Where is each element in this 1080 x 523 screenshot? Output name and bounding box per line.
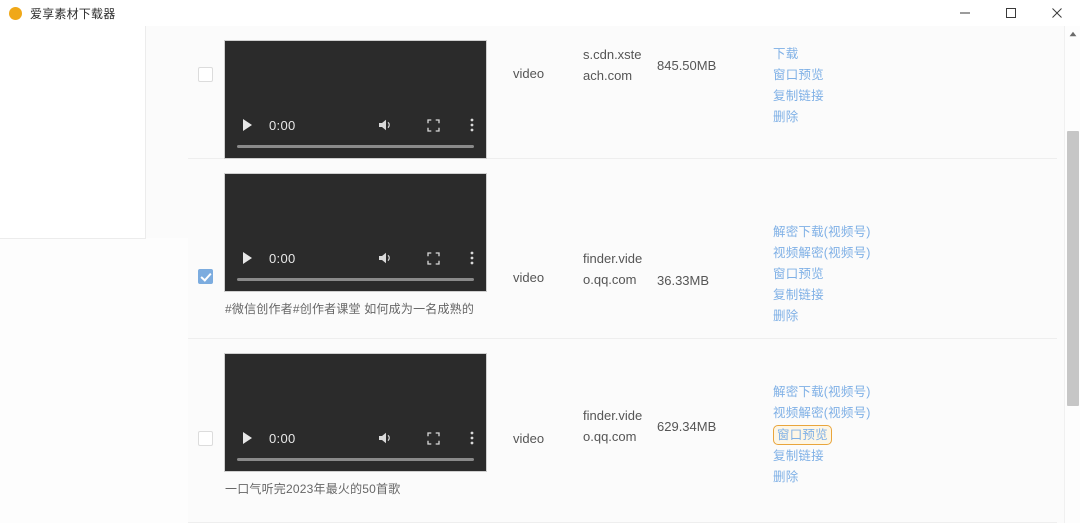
scroll-up-button[interactable] [1065,26,1080,42]
row-checkbox[interactable] [198,269,213,284]
video-controls: 0:00 [225,110,486,140]
minimize-button[interactable] [942,0,988,26]
video-progress-bar[interactable] [237,145,474,148]
video-caption: #微信创作者#创作者课堂 如何成为一名成熟的 [225,302,475,316]
vertical-scrollbar[interactable] [1064,26,1080,523]
more-vertical-icon[interactable] [470,431,474,445]
video-thumbnail[interactable]: 0:00 [224,40,487,159]
volume-icon[interactable] [378,251,393,265]
table-row[interactable]: 0:00 [188,339,1057,523]
fullscreen-icon[interactable] [427,431,440,445]
download-list: 0:00 video s.cdn.xsteach.com 845.50MB 下载… [188,26,1057,523]
video-time: 0:00 [269,430,296,446]
close-button[interactable] [1034,0,1080,26]
left-panel [0,26,146,239]
more-vertical-icon[interactable] [470,251,474,265]
video-caption: 一口气听完2023年最火的50首歌 [225,482,401,496]
row-select-cell [188,159,223,284]
row-preview-cell: 0:00 [223,26,513,159]
video-thumbnail[interactable]: 0:00 [224,353,487,472]
table-row[interactable]: 0:00 [188,159,1057,339]
app-title: 爱享素材下载器 [30,6,116,21]
video-controls: 0:00 [225,243,486,273]
volume-icon[interactable] [378,431,393,445]
play-icon[interactable] [243,252,252,264]
video-progress-bar[interactable] [237,458,474,461]
action-delete[interactable]: 删除 [773,467,798,488]
row-preview-cell: 0:00 [223,159,513,317]
row-select-cell [188,339,223,446]
row-type: video [513,66,545,81]
video-thumbnail[interactable]: 0:00 [224,173,487,292]
volume-icon[interactable] [378,118,393,132]
row-preview-cell: 0:00 [223,339,513,497]
row-size: 845.50MB [657,58,717,73]
app-window: 爱享素材下载器 0:00 video s.cdn.xsteach.com 845… [0,0,1080,523]
row-actions: 解密下载(视频号) 视频解密(视频号) 窗口预览 复制链接 删除 [727,339,1057,488]
row-host: s.cdn.xsteach.com [583,47,642,83]
scrollbar-track[interactable] [1065,406,1080,523]
table-row[interactable]: 0:00 [188,26,1057,159]
row-size: 629.34MB [657,419,717,434]
app-logo-icon [9,6,22,20]
action-window-preview[interactable]: 窗口预览 [773,425,832,445]
video-time: 0:00 [269,250,296,266]
action-decrypt-download[interactable]: 解密下载(视频号) [773,222,871,243]
row-actions: 下载 窗口预览 复制链接 删除 [727,26,1057,128]
row-select-cell [188,26,223,82]
fullscreen-icon[interactable] [427,251,440,265]
row-type: video [513,270,545,285]
row-checkbox[interactable] [198,431,213,446]
row-type: video [513,431,545,446]
action-download[interactable]: 下载 [773,44,798,65]
video-time: 0:00 [269,117,296,133]
video-progress-bar[interactable] [237,278,474,281]
left-panel-background [0,238,188,523]
action-window-preview[interactable]: 窗口预览 [773,65,824,86]
action-video-decrypt[interactable]: 视频解密(视频号) [773,403,871,424]
action-decrypt-download[interactable]: 解密下载(视频号) [773,382,871,403]
action-copy-link[interactable]: 复制链接 [773,446,824,467]
action-copy-link[interactable]: 复制链接 [773,285,824,306]
play-icon[interactable] [243,432,252,444]
scrollbar-thumb[interactable] [1067,131,1079,406]
action-window-preview[interactable]: 窗口预览 [773,264,824,285]
row-host: finder.video.qq.com [583,251,643,287]
row-checkbox[interactable] [198,67,213,82]
play-icon[interactable] [243,119,252,131]
action-delete[interactable]: 删除 [773,306,798,327]
video-controls: 0:00 [225,423,486,453]
title-bar: 爱享素材下载器 [0,0,1080,26]
row-host: finder.video.qq.com [583,408,643,444]
maximize-button[interactable] [988,0,1034,26]
row-size: 36.33MB [657,273,710,288]
action-video-decrypt[interactable]: 视频解密(视频号) [773,243,871,264]
fullscreen-icon[interactable] [427,118,440,132]
action-copy-link[interactable]: 复制链接 [773,86,824,107]
more-vertical-icon[interactable] [470,118,474,132]
row-actions: 解密下载(视频号) 视频解密(视频号) 窗口预览 复制链接 删除 [727,159,1057,327]
action-delete[interactable]: 删除 [773,107,798,128]
